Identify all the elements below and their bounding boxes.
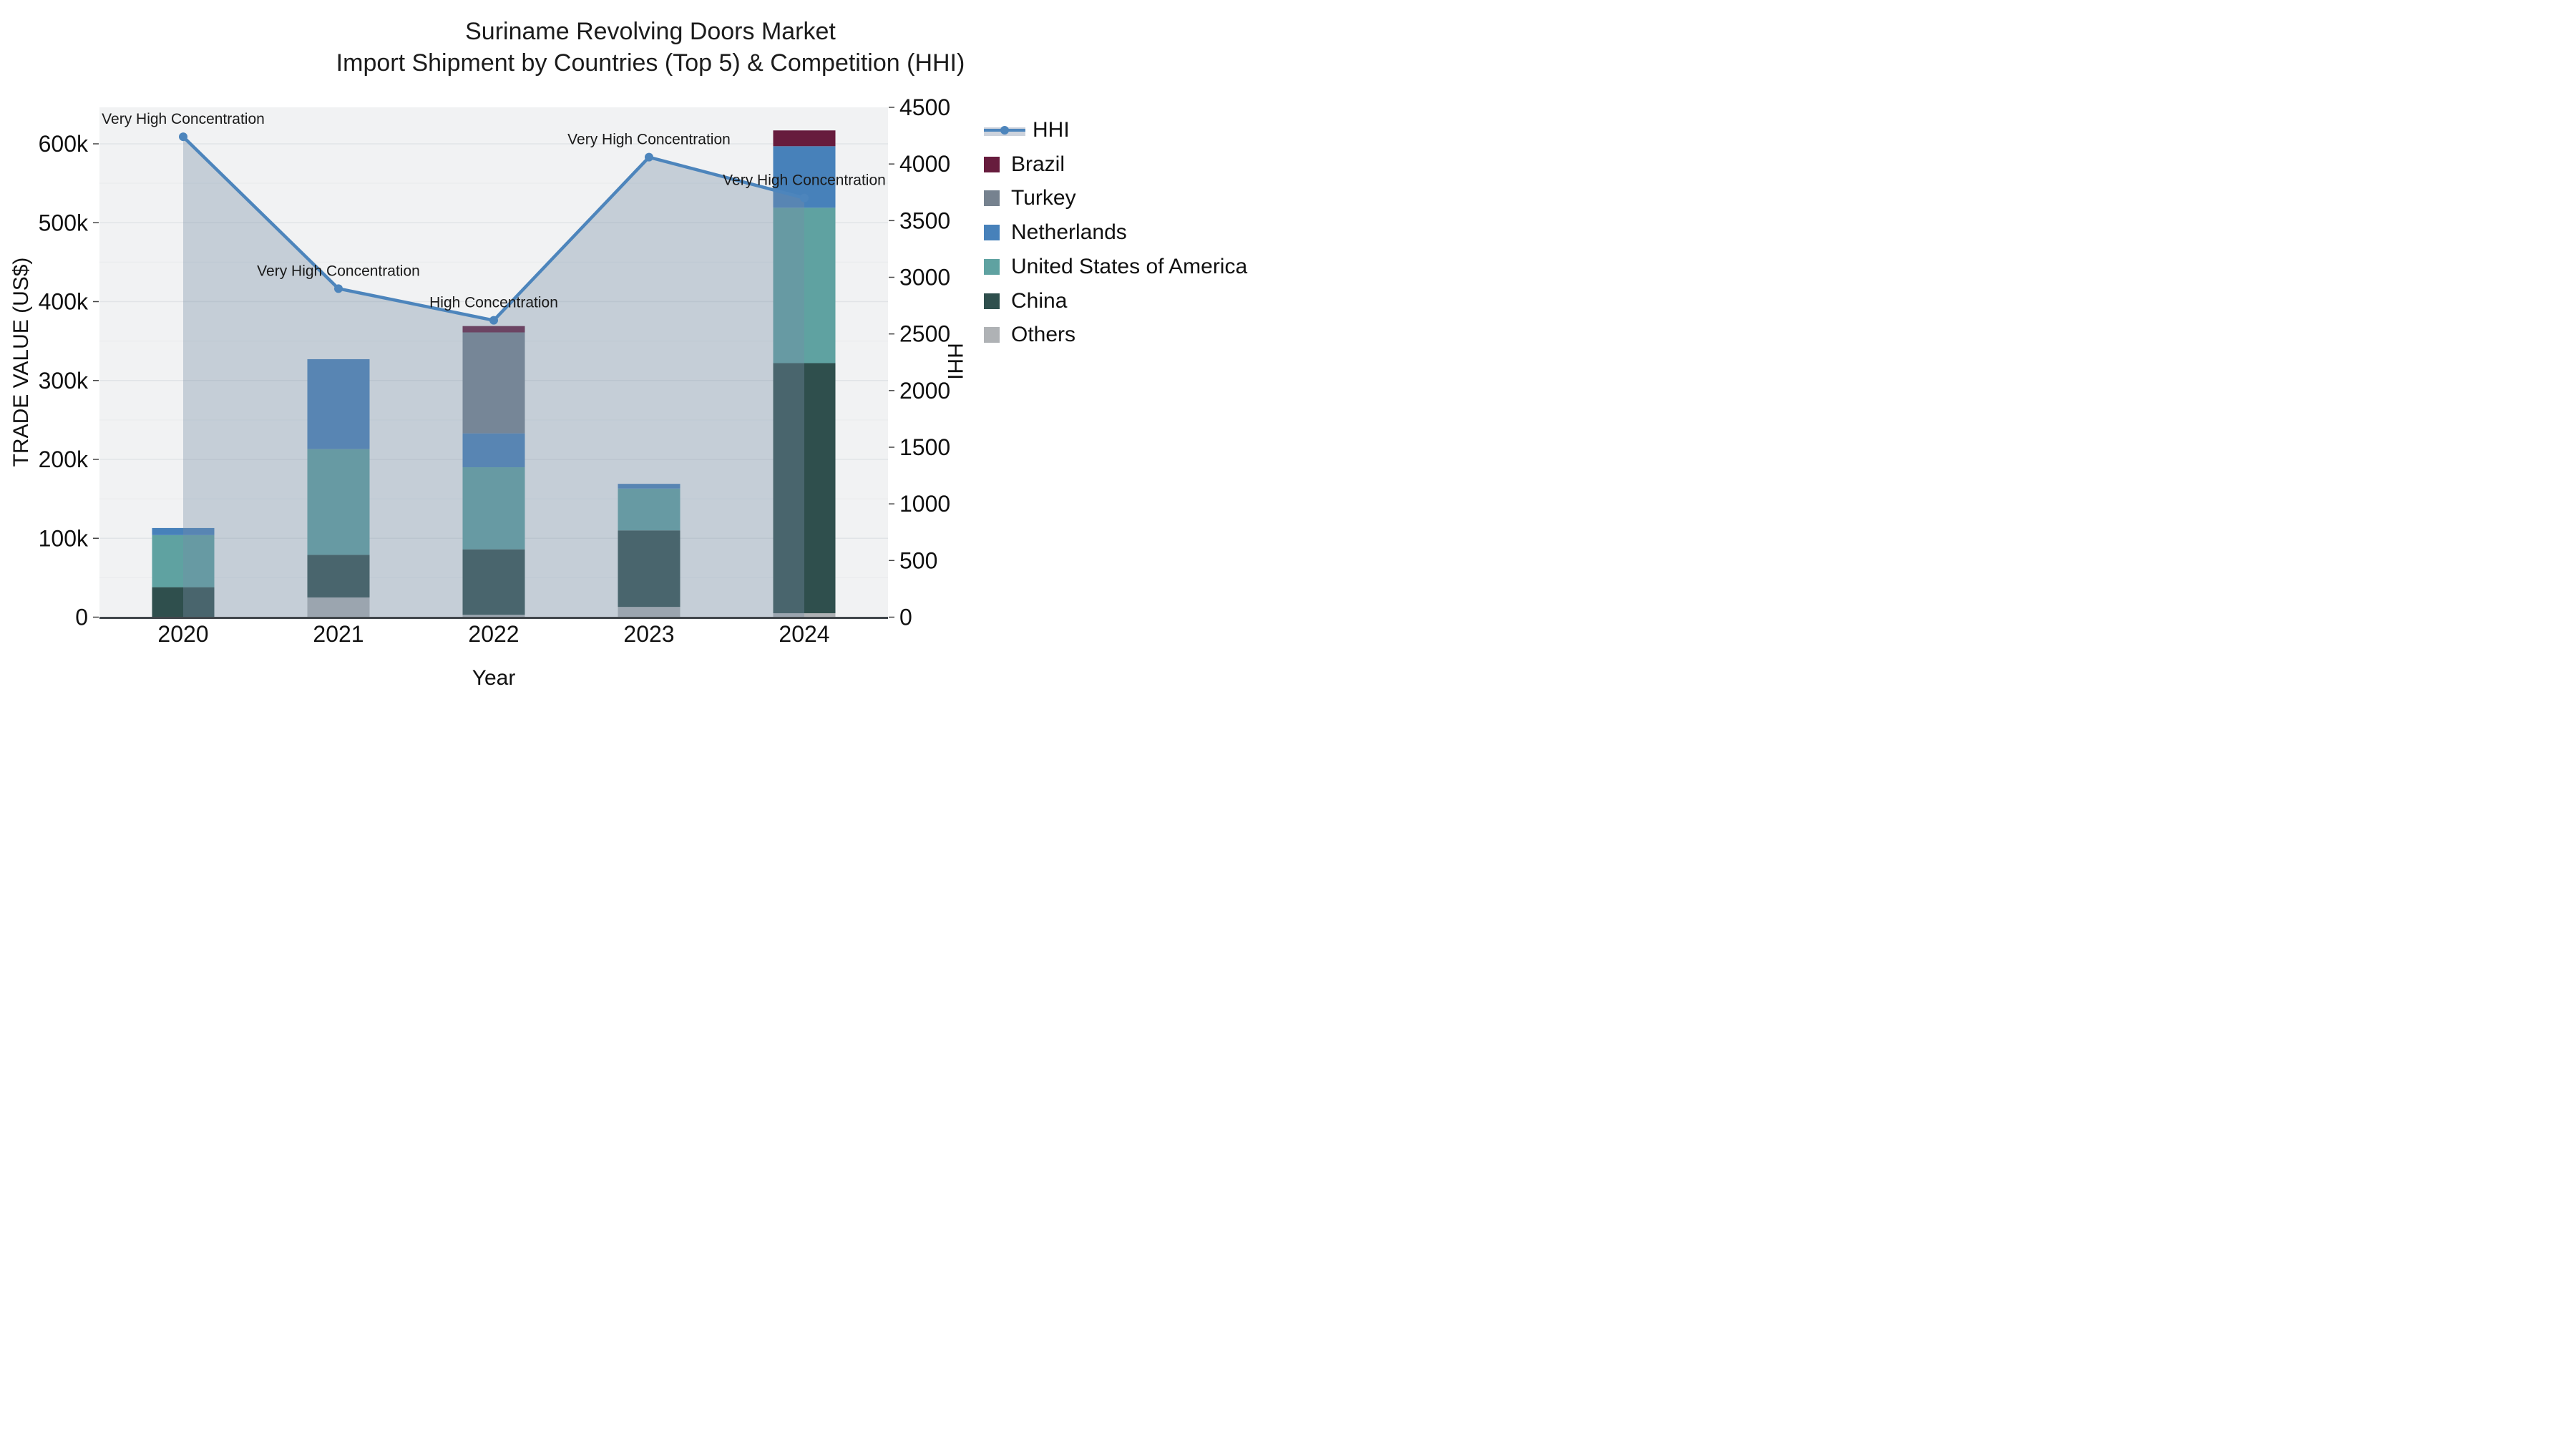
x-tick-label-2022: 2022 bbox=[468, 621, 519, 647]
legend-item-hhi[interactable]: HHI bbox=[984, 117, 1070, 143]
legend-swatch-brazil bbox=[984, 156, 1000, 172]
legend-label: Brazil bbox=[1011, 152, 1065, 176]
legend-item-turkey[interactable]: Turkey bbox=[984, 185, 1076, 211]
left-axis-title: TRADE VALUE (US$) bbox=[9, 257, 33, 467]
y1-tick-label-500k: 500k bbox=[39, 210, 89, 235]
legend-hhi-line-icon bbox=[984, 122, 1025, 138]
y2-tick-label-4000: 4000 bbox=[899, 151, 950, 177]
y1-tick-label-300k: 300k bbox=[39, 368, 89, 394]
y2-tick-label-1000: 1000 bbox=[899, 491, 950, 517]
legend-label: United States of America bbox=[1011, 254, 1248, 278]
x-tick-label-2023: 2023 bbox=[623, 621, 674, 647]
annotation-2024: Very High Concentration bbox=[723, 172, 886, 189]
y2-tick-label-3500: 3500 bbox=[899, 208, 950, 233]
legend-label: HHI bbox=[1033, 118, 1070, 142]
legend-item-united-states-of-america[interactable]: United States of America bbox=[984, 254, 1247, 280]
chart-canvas: 0 100k 200k 300k 400k 500k 600k 0 500 1000 1500 200… bbox=[39, 94, 951, 647]
bar-segment-brazil-2024[interactable] bbox=[773, 130, 836, 147]
x-tick-label-2024: 2024 bbox=[779, 621, 829, 647]
hhi-marker-2021[interactable] bbox=[334, 284, 343, 293]
y2-tick-label-0: 0 bbox=[899, 605, 912, 630]
hhi-marker-2022[interactable] bbox=[489, 316, 498, 325]
legend-swatch-others bbox=[984, 327, 1000, 343]
annotation-2023: Very High Concentration bbox=[567, 132, 731, 148]
annotation-2022: High Concentration bbox=[429, 295, 558, 311]
legend-label: Netherlands bbox=[1011, 220, 1127, 245]
hhi-marker-2020[interactable] bbox=[179, 132, 187, 142]
legend-swatch-united-states-of-america bbox=[984, 258, 1000, 275]
y2-tick-label-3000: 3000 bbox=[899, 265, 950, 291]
legend-label: Turkey bbox=[1011, 186, 1076, 210]
legend-label: China bbox=[1011, 288, 1068, 313]
x-tick-label-2021: 2021 bbox=[313, 621, 364, 647]
legend-swatch-netherlands bbox=[984, 225, 1000, 241]
y2-tick-label-1500: 1500 bbox=[899, 434, 950, 460]
legend-label: Others bbox=[1011, 323, 1076, 347]
annotation-2021: Very High Concentration bbox=[257, 263, 420, 279]
legend-swatch-china bbox=[984, 293, 1000, 309]
x-tick-label-2020: 2020 bbox=[157, 621, 208, 647]
chart-figure: Suriname Revolving Doors Market Import S… bbox=[0, 0, 1288, 725]
y1-tick-label-0: 0 bbox=[75, 605, 88, 630]
legend-item-brazil[interactable]: Brazil bbox=[984, 152, 1065, 177]
y1-tick-label-400k: 400k bbox=[39, 289, 89, 315]
legend-item-china[interactable]: China bbox=[984, 288, 1067, 314]
x-axis-title: Year bbox=[472, 666, 516, 690]
y2-tick-label-4500: 4500 bbox=[899, 94, 950, 120]
y1-tick-label-200k: 200k bbox=[39, 447, 89, 472]
hhi-area-fill bbox=[183, 137, 804, 618]
right-axis-title: HHI bbox=[943, 343, 967, 380]
hhi-marker-2023[interactable] bbox=[645, 152, 653, 162]
legend-item-others[interactable]: Others bbox=[984, 322, 1075, 348]
legend-swatch-turkey bbox=[984, 190, 1000, 207]
legend-item-netherlands[interactable]: Netherlands bbox=[984, 220, 1127, 245]
y1-tick-label-600k: 600k bbox=[39, 131, 89, 157]
y1-tick-label-100k: 100k bbox=[39, 525, 89, 551]
y2-tick-label-500: 500 bbox=[899, 547, 937, 573]
annotation-2020: Very High Concentration bbox=[102, 111, 265, 127]
y2-tick-label-2000: 2000 bbox=[899, 378, 950, 404]
hhi-marker-2024[interactable] bbox=[800, 193, 809, 203]
